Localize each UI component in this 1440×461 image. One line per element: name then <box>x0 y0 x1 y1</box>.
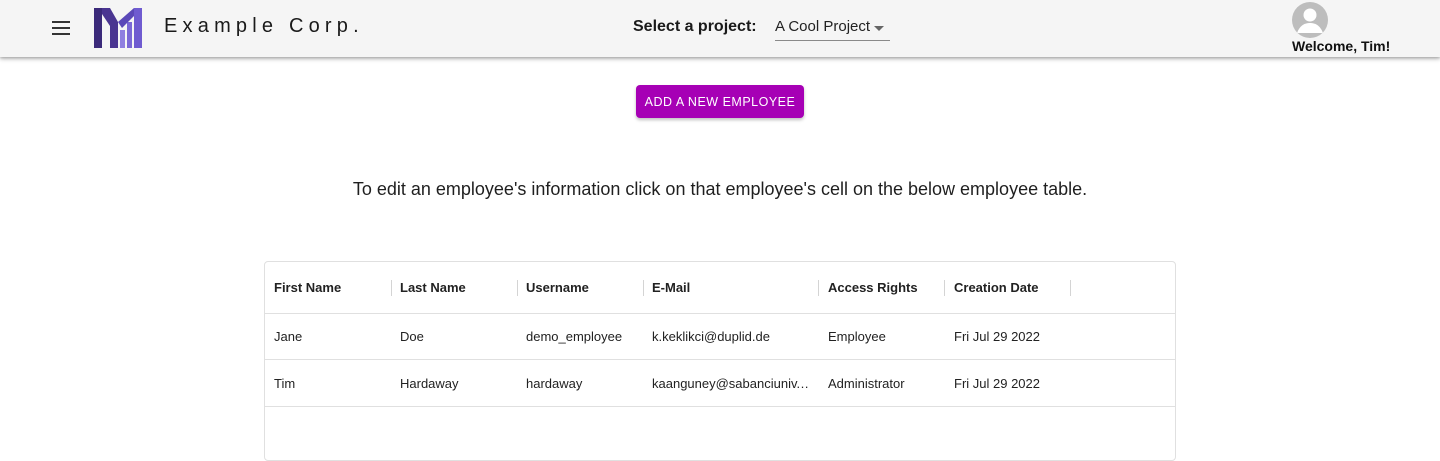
cell-last-name[interactable]: Doe <box>400 314 515 359</box>
column-header-username[interactable]: Username <box>526 262 641 313</box>
caret-down-icon <box>874 26 884 31</box>
instructions-text: To edit an employee's information click … <box>352 179 1088 199</box>
cell-email[interactable]: kaanguney@sabanciuniv.… <box>652 360 808 406</box>
add-employee-button[interactable]: ADD A NEW EMPLOYEE <box>636 85 804 118</box>
column-header-email[interactable]: E-Mail <box>652 262 808 313</box>
company-logo[interactable] <box>94 8 142 48</box>
cell-first-name[interactable]: Jane <box>274 314 389 359</box>
column-header-access-rights[interactable]: Access Rights <box>828 262 943 313</box>
column-separator[interactable] <box>818 280 819 296</box>
column-separator[interactable] <box>517 280 518 296</box>
table-row[interactable]: Jane Doe demo_employee k.keklikci@duplid… <box>265 314 1175 360</box>
cell-access-rights[interactable]: Employee <box>828 314 943 359</box>
project-select-label: Select a project: <box>633 18 757 35</box>
avatar-glyph <box>1297 8 1323 33</box>
employee-table: First Name Last Name Username E-Mail Acc… <box>264 261 1176 461</box>
brand-name: Example Corp. <box>164 15 364 37</box>
welcome-text: Welcome, Tim! <box>1292 38 1391 54</box>
cell-creation-date[interactable]: Fri Jul 29 2022 <box>954 360 1069 406</box>
column-header-last-name[interactable]: Last Name <box>400 262 515 313</box>
cell-first-name[interactable]: Tim <box>274 360 389 406</box>
column-separator[interactable] <box>391 280 392 296</box>
account-circle-icon[interactable] <box>1292 2 1328 38</box>
table-row[interactable]: Tim Hardaway hardaway kaanguney@sabanciu… <box>265 360 1175 407</box>
column-separator[interactable] <box>643 280 644 296</box>
app-bar: Example Corp. Select a project: A Cool P… <box>0 0 1440 57</box>
project-select[interactable]: A Cool Project <box>775 10 890 41</box>
cell-last-name[interactable]: Hardaway <box>400 360 515 406</box>
cell-email[interactable]: k.keklikci@duplid.de <box>652 314 808 359</box>
column-header-creation-date[interactable]: Creation Date <box>954 262 1069 313</box>
menu-button[interactable] <box>44 12 78 44</box>
cell-username[interactable]: hardaway <box>526 360 641 406</box>
column-header-first-name[interactable]: First Name <box>274 262 389 313</box>
project-select-value: A Cool Project <box>775 18 871 35</box>
column-separator[interactable] <box>944 280 945 296</box>
column-separator[interactable] <box>1070 280 1071 296</box>
menu-icon <box>52 21 70 35</box>
cell-access-rights[interactable]: Administrator <box>828 360 943 406</box>
table-header-row: First Name Last Name Username E-Mail Acc… <box>265 262 1175 314</box>
cell-username[interactable]: demo_employee <box>526 314 641 359</box>
cell-creation-date[interactable]: Fri Jul 29 2022 <box>954 314 1069 359</box>
